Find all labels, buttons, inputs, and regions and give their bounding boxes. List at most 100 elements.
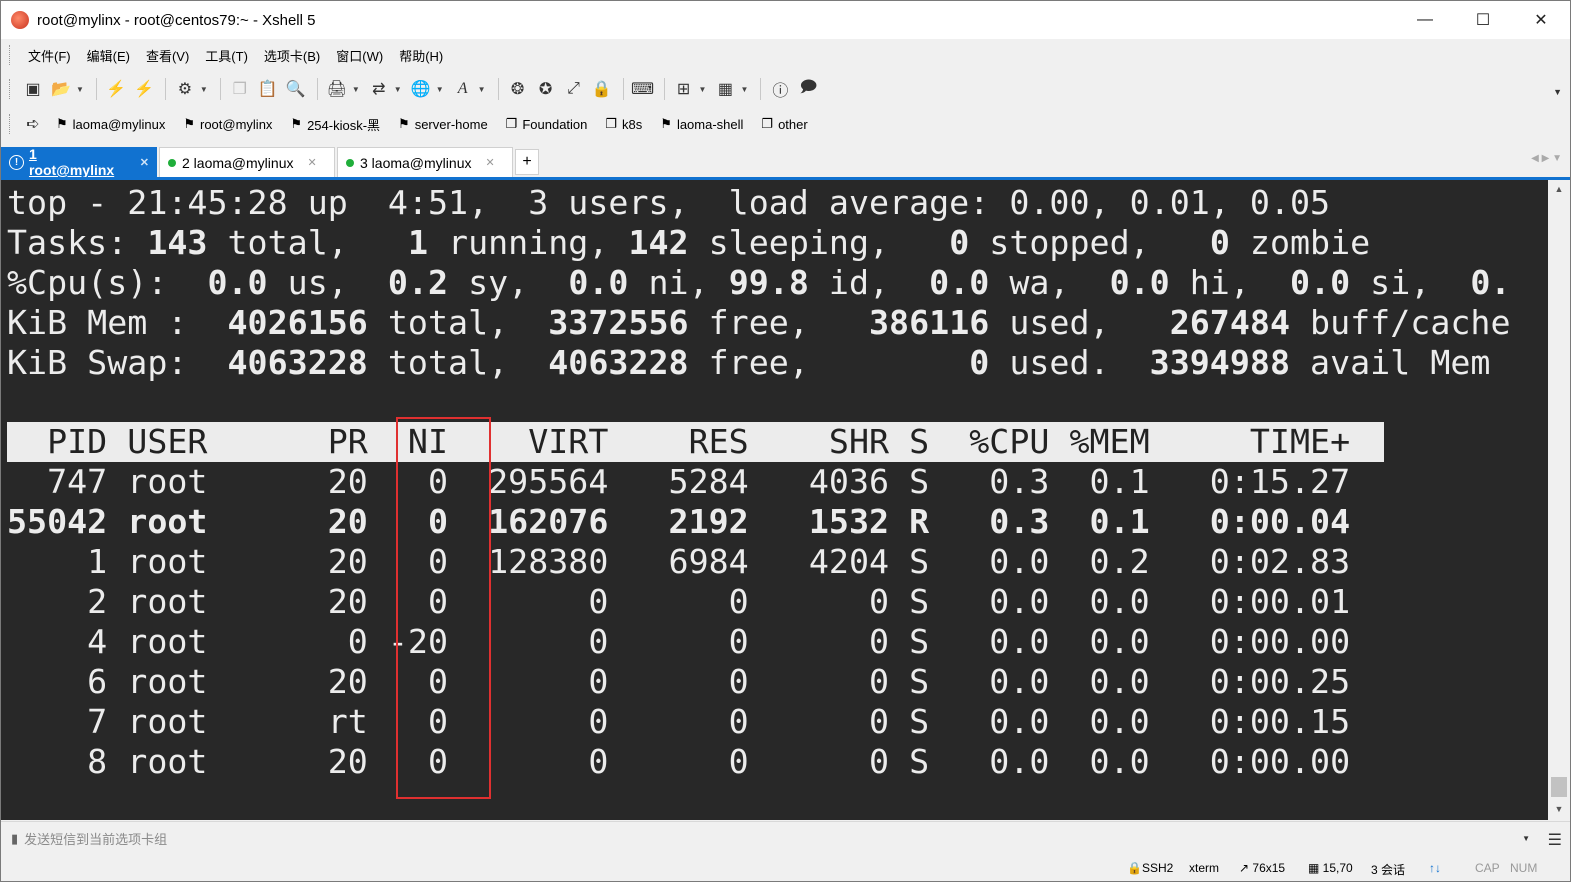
tab-3-laoma-mylinux[interactable]: 3 laoma@mylinux ✕ (337, 147, 513, 177)
font-icon[interactable]: A (450, 76, 476, 102)
scroll-up-icon[interactable]: ▲ (1548, 180, 1570, 198)
menu-tools[interactable]: 工具(T) (197, 46, 256, 65)
link-other[interactable]: ❐ other (761, 116, 807, 132)
protocol-label: SSH2 (1141, 861, 1174, 875)
process-row: 55042 root 20 0 162076 2192 1532 R 0.3 0… (7, 502, 1351, 541)
process-row: 2 root 20 0 0 0 0 S 0.0 0.0 0:00.01 (7, 582, 1351, 621)
links-grip (9, 114, 12, 134)
compose-menu-icon[interactable]: ☰ (1548, 830, 1562, 850)
process-row: 8 root 20 0 0 0 0 S 0.0 0.0 0:00.00 (7, 742, 1351, 781)
link-laoma-shell[interactable]: ⚑ laoma-shell (660, 116, 743, 132)
add-tab-button[interactable]: + (515, 149, 539, 175)
toolbar-separator (316, 78, 318, 100)
process-row: 6 root 20 0 0 0 0 S 0.0 0.0 0:00.25 (7, 662, 1351, 701)
top-summary-line: top - 21:45:28 up 4:51, 3 users, load av… (7, 183, 1331, 222)
fullscreen-icon[interactable]: ⤢ (561, 76, 587, 102)
toolbar-overflow-icon[interactable]: ▼ (1553, 87, 1562, 97)
link-foundation[interactable]: ❐ Foundation (506, 116, 588, 132)
menu-file[interactable]: 文件(F) (20, 46, 79, 65)
minimize-button[interactable]: — (1396, 1, 1454, 39)
terminal-scrollbar[interactable]: ▲ ▼ (1548, 180, 1570, 820)
mem-line: KiB Mem : 4026156 total, 3372556 free, 3… (7, 303, 1511, 342)
new-session-icon[interactable]: ▣ (20, 76, 46, 102)
folder-group-icon: ❐ (605, 116, 618, 131)
reconnect-icon[interactable]: ⚡ (103, 76, 129, 102)
transfer-dropdown-icon[interactable]: ▼ (394, 85, 402, 94)
help-icon[interactable]: ⓘ (767, 76, 793, 102)
compose-input[interactable]: 发送短信到当前选项卡组 (24, 829, 167, 848)
connected-dot-icon (346, 158, 354, 167)
connected-dot-icon (168, 158, 176, 167)
scroll-thumb[interactable] (1551, 777, 1567, 797)
ni-column-highlight (396, 417, 491, 799)
link-laoma-mylinux[interactable]: ⚑ laoma@mylinux (56, 116, 165, 132)
tab-label: 2 laoma@mylinux (182, 154, 294, 171)
paste-icon[interactable]: 📋 (255, 76, 281, 102)
transfer-arrows-icon: ↑↓ (1429, 861, 1441, 875)
link-k8s[interactable]: ❐ k8s (605, 116, 642, 132)
bookmark-icon: ⚑ (398, 116, 410, 131)
folder-group-icon: ❐ (505, 116, 518, 131)
header-text: PID USER PR NI VIRT RES SHR S %CPU %MEM … (7, 422, 1351, 461)
links-arrow-icon[interactable]: ➪ (20, 111, 46, 137)
keyboard-icon[interactable]: ⌨ (630, 76, 656, 102)
tab-1-root-mylinx[interactable]: ! 1 root@mylinx ✕ (1, 146, 157, 178)
print-icon[interactable]: 🖨 (324, 76, 350, 102)
link-label: root@mylinx (199, 116, 273, 132)
link-root-mylinx[interactable]: ⚑ root@mylinx (183, 116, 272, 132)
tab-2-laoma-mylinux[interactable]: 2 laoma@mylinux ✕ (159, 147, 335, 177)
encoding-dropdown-icon[interactable]: ▼ (436, 85, 444, 94)
terminal[interactable]: top - 21:45:28 up 4:51, 3 users, load av… (1, 180, 1548, 820)
layout-dropdown-icon[interactable]: ▼ (740, 85, 748, 94)
tab-close-icon[interactable]: ✕ (485, 156, 494, 169)
new-tab-icon[interactable]: ⊞ (671, 76, 697, 102)
script-icon[interactable]: ✪ (533, 76, 559, 102)
compose-bar[interactable]: ▮ 发送短信到当前选项卡组 ▼ ☰ (1, 821, 1570, 855)
compose-dropdown-icon[interactable]: ▼ (1522, 834, 1530, 843)
window-title: root@mylinx - root@centos79:~ - Xshell 5 (37, 11, 316, 29)
menu-help[interactable]: 帮助(H) (391, 46, 451, 65)
menu-edit[interactable]: 编辑(E) (79, 46, 138, 65)
toolbar-separator (760, 78, 762, 100)
tab-nav-arrows-icon[interactable]: ◀ ▶ ▼ (1531, 153, 1562, 164)
maximize-button[interactable]: ☐ (1454, 1, 1512, 39)
tab-label: 3 laoma@mylinux (360, 154, 472, 171)
menu-window[interactable]: 窗口(W) (328, 46, 391, 65)
layout-icon[interactable]: ▦ (712, 76, 738, 102)
properties-icon[interactable]: ⚙ (172, 76, 198, 102)
link-label: other (778, 116, 808, 132)
process-row: 7 root rt 0 0 0 0 S 0.0 0.0 0:00.15 (7, 702, 1351, 741)
toolbar: ▣ 📂 ▼ ⚡ ⚡ ⚙ ▼ ❐ 📋 🔍 🖨 ▼ ⇄ ▼ 🌐 ▼ A ▼ ❂ ✪ … (1, 71, 1570, 107)
link-server-home[interactable]: ⚑ server-home (398, 116, 488, 132)
copy-icon[interactable]: ❐ (227, 76, 253, 102)
font-dropdown-icon[interactable]: ▼ (478, 85, 486, 94)
chat-icon[interactable]: 🗩 (795, 76, 821, 102)
process-row: 4 root 0 -20 0 0 0 S 0.0 0.0 0:00.00 (7, 622, 1351, 661)
scroll-down-icon[interactable]: ▼ (1548, 800, 1570, 818)
toolbar-separator (95, 78, 97, 100)
globe-icon[interactable]: 🌐 (408, 76, 434, 102)
toolbar-separator (663, 78, 665, 100)
swap-line: KiB Swap: 4063228 total, 4063228 free, 0… (7, 343, 1491, 382)
tab-close-icon[interactable]: ✕ (140, 156, 149, 169)
open-folder-icon[interactable]: 📂 (48, 76, 74, 102)
folder-group-icon: ❐ (761, 116, 774, 131)
cpu-line: %Cpu(s): 0.0 us, 0.2 sy, 0.0 ni, 99.8 id… (7, 263, 1511, 302)
find-icon[interactable]: 🔍 (283, 76, 309, 102)
xftp-icon[interactable]: ❂ (505, 76, 531, 102)
menu-view[interactable]: 查看(V) (138, 46, 197, 65)
window-controls: — ☐ ✕ (1396, 1, 1570, 39)
transfer-icon[interactable]: ⇄ (366, 76, 392, 102)
size-label: 76x15 (1252, 861, 1286, 875)
lock-icon[interactable]: 🔒 (589, 76, 615, 102)
menu-tabs[interactable]: 选项卡(B) (256, 46, 328, 65)
disconnect-icon[interactable]: ⚡ (131, 76, 157, 102)
bookmark-icon: ⚑ (56, 116, 68, 131)
open-dropdown-icon[interactable]: ▼ (76, 85, 84, 94)
tab-close-icon[interactable]: ✕ (307, 156, 316, 169)
new-tab-dropdown-icon[interactable]: ▼ (699, 85, 707, 94)
link-254-kiosk[interactable]: ⚑ 254-kiosk-黑 (290, 115, 380, 134)
print-dropdown-icon[interactable]: ▼ (352, 85, 360, 94)
close-button[interactable]: ✕ (1512, 1, 1570, 39)
properties-dropdown-icon[interactable]: ▼ (200, 85, 208, 94)
